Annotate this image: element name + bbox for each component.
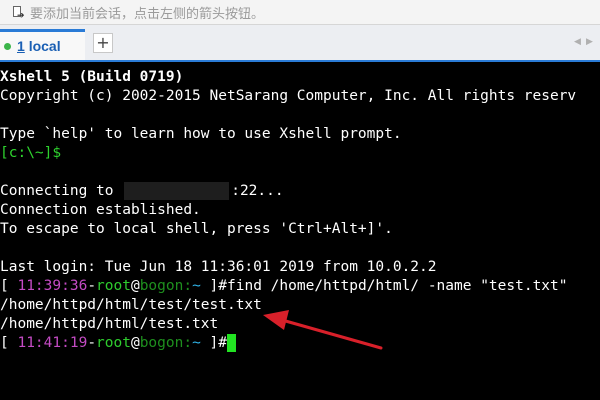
prompt-time: 11:39:36 (17, 278, 88, 294)
last-login: Last login: Tue Jun 18 11:36:01 2019 fro… (0, 259, 437, 275)
help-hint: Type `help' to learn how to use Xshell p… (0, 126, 402, 142)
connected-status-icon (4, 42, 11, 50)
shell-prompt-active: [ 11:41:19-root@bogon:~ ]# (0, 334, 237, 353)
find-command: find /home/httpd/html/ -name "test.txt" (227, 278, 568, 294)
add-tab-button[interactable]: + (93, 33, 113, 53)
text-cursor (227, 334, 237, 352)
local-prompt: [c:\~]$ (0, 145, 62, 161)
find-result-1: /home/httpd/html/test/test.txt (0, 297, 262, 313)
tab-label: 1 local (17, 38, 61, 54)
find-result-2: /home/httpd/html/test.txt (0, 316, 219, 332)
terminal-output[interactable]: Xshell 5 (Build 0719) Copyright (c) 2002… (0, 62, 600, 400)
shell-prompt-line: [ 11:39:36-root@bogon:~ ]#find /home/htt… (0, 278, 568, 294)
scroll-tabs-left-icon[interactable]: ◀ (574, 36, 581, 47)
scroll-tabs-right-icon[interactable]: ▶ (586, 36, 593, 47)
tab-strip: 1 local + ◀ ▶ (0, 25, 600, 62)
session-hint-bar: ➔ 要添加当前会话，点击左侧的箭头按钮。 (0, 0, 600, 25)
banner-copyright: Copyright (c) 2002-2015 NetSarang Comput… (0, 88, 577, 104)
session-add-icon[interactable]: ➔ (12, 5, 25, 20)
hint-text: 要添加当前会话，点击左侧的箭头按钮。 (30, 5, 265, 21)
connection-established: Connection established. (0, 202, 201, 218)
tab-local[interactable]: 1 local (0, 29, 85, 60)
escape-hint: To escape to local shell, press 'Ctrl+Al… (0, 221, 393, 237)
redacted-host (124, 182, 230, 200)
connecting-line: Connecting to :22... (0, 182, 284, 200)
banner-version: Xshell 5 (Build 0719) (0, 69, 184, 85)
